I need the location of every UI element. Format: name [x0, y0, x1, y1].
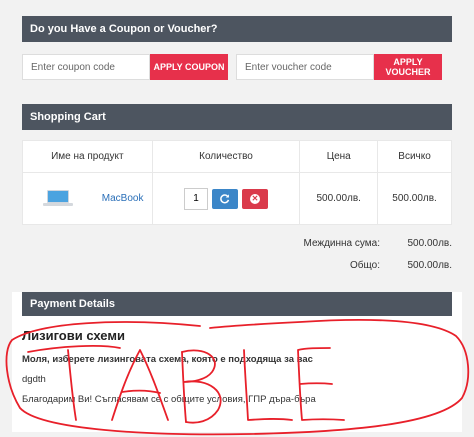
payment-panel: Payment Details Лизигови схеми Моля, изб… — [12, 292, 462, 432]
apply-voucher-button[interactable]: APPLY VOUCHER — [374, 54, 442, 80]
remove-icon: ✕ — [249, 193, 260, 204]
product-link[interactable]: MacBook — [102, 193, 144, 204]
refresh-icon — [220, 194, 230, 204]
subtotal-label: Междинна сума: — [303, 238, 381, 249]
voucher-row: APPLY VOUCHER — [236, 54, 442, 80]
laptop-icon[interactable] — [43, 189, 73, 208]
total-cell: 500.00лв. — [377, 172, 452, 225]
price-cell: 500.00лв. — [299, 172, 379, 225]
product-cell: MacBook — [22, 172, 153, 225]
quantity-input[interactable] — [183, 187, 208, 210]
quantity-cell: ✕ — [151, 172, 301, 225]
total-label: Общо: — [350, 260, 380, 271]
cart-header: Shopping Cart — [22, 104, 452, 130]
leasing-instruction: Моля, изберете лизинговата схема, която … — [22, 354, 313, 365]
apply-coupon-button[interactable]: APPLY COUPON — [150, 54, 228, 80]
coupon-header: Do you Have a Coupon or Voucher? — [22, 16, 452, 42]
refresh-button[interactable] — [211, 188, 238, 209]
subtotal-value: 500.00лв. — [407, 238, 452, 249]
leasing-title: Лизигови схеми — [22, 328, 125, 343]
agreement-text: Благодарим Ви! Съгласявам се с общите ус… — [22, 394, 316, 405]
total-value: 500.00лв. — [407, 260, 452, 271]
voucher-code-input[interactable] — [236, 54, 374, 80]
coupon-code-input[interactable] — [22, 54, 150, 80]
leasing-note: dgdth — [22, 374, 46, 385]
column-header-total: Всичко — [377, 140, 452, 173]
coupon-panel: Do you Have a Coupon or Voucher? APPLY C… — [12, 8, 462, 83]
cart-table-header-row: Име на продукт Количество Цена Всичко — [22, 140, 452, 173]
cart-table: Име на продукт Количество Цена Всичко Ma… — [22, 140, 452, 225]
column-header-product: Име на продукт — [22, 140, 153, 173]
table-row: MacBook ✕ 500.00лв. 500.00лв. — [22, 172, 452, 225]
coupon-row: APPLY COUPON — [22, 54, 228, 80]
column-header-price: Цена — [299, 140, 379, 173]
remove-button[interactable]: ✕ — [241, 188, 268, 209]
payment-header: Payment Details — [22, 292, 452, 316]
column-header-quantity: Количество — [151, 140, 301, 173]
cart-panel: Shopping Cart Име на продукт Количество … — [12, 96, 462, 292]
